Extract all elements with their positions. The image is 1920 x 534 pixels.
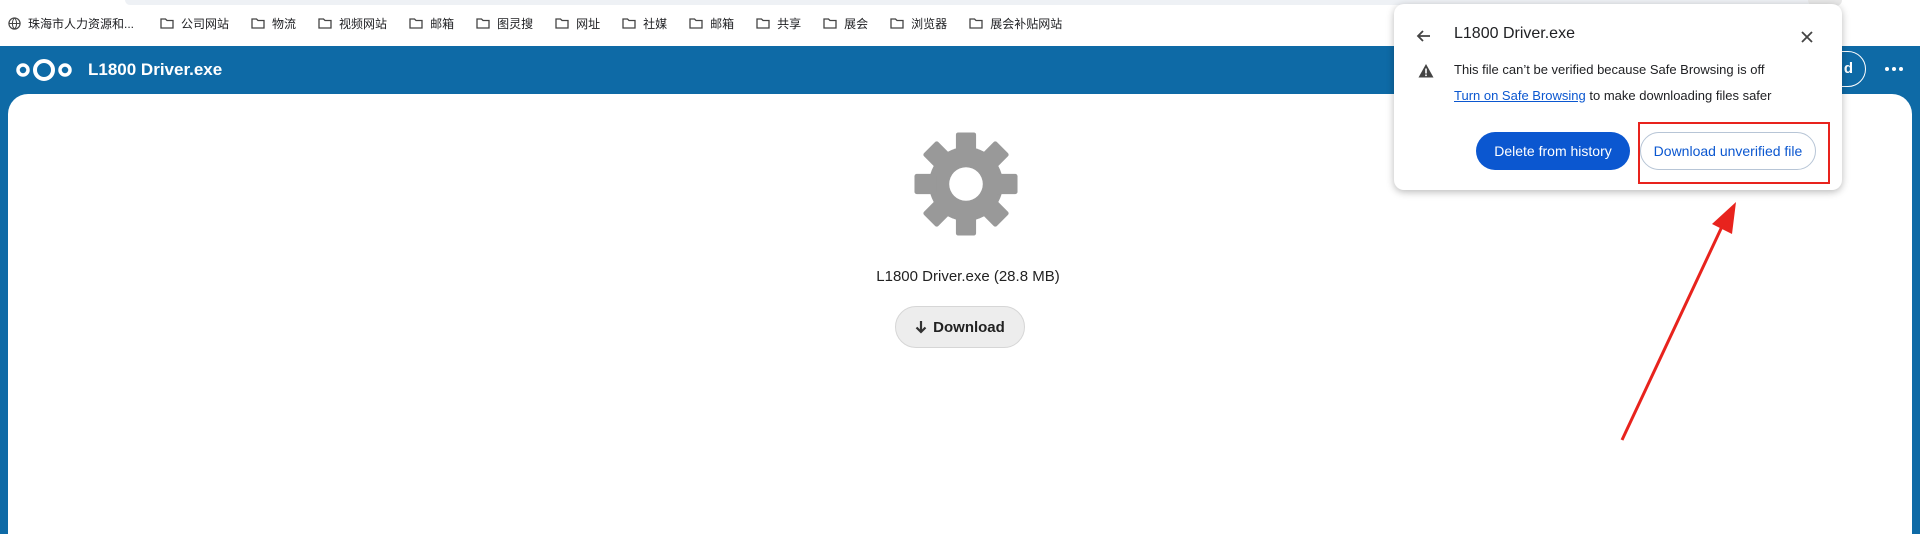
bookmark-label: 公司网站 <box>181 16 230 31</box>
bookmark-item[interactable]: 珠海市人力资源和... <box>8 15 134 32</box>
bookmark-label: 共享 <box>777 16 802 31</box>
bookmark-item[interactable]: 物流 <box>251 15 296 32</box>
download-button[interactable]: Download <box>895 306 1025 348</box>
bookmark-label: 珠海市人力资源和... <box>28 16 135 31</box>
bookmark-label: 展会补贴网站 <box>990 16 1063 31</box>
header-action-label: d <box>1843 60 1853 77</box>
bookmark-label: 社媒 <box>643 16 668 31</box>
bookmark-label: 网址 <box>576 16 601 31</box>
safe-browsing-link[interactable]: Turn on Safe Browsing <box>1454 88 1586 103</box>
bookmark-item[interactable]: 视频网站 <box>318 15 387 32</box>
bookmark-item[interactable]: 邮箱 <box>409 15 454 32</box>
bookmark-label: 邮箱 <box>710 16 735 31</box>
bookmark-item[interactable]: 图灵搜 <box>476 15 533 32</box>
bookmark-item[interactable]: 社媒 <box>622 15 667 32</box>
folder-icon <box>622 18 636 29</box>
bookmark-label: 浏览器 <box>911 16 948 31</box>
folder-icon <box>251 18 265 29</box>
nextcloud-logo[interactable] <box>14 56 74 84</box>
gear-icon <box>914 132 1018 236</box>
bookmark-item[interactable]: 浏览器 <box>890 15 947 32</box>
folder-icon <box>409 18 423 29</box>
page-title: L1800 Driver.exe <box>88 60 223 79</box>
bookmark-item[interactable]: 展会补贴网站 <box>969 15 1062 32</box>
folder-icon <box>476 18 490 29</box>
back-arrow-icon[interactable] <box>1414 26 1434 46</box>
folder-icon <box>969 18 983 29</box>
folder-icon <box>890 18 904 29</box>
folder-icon <box>756 18 770 29</box>
download-arrow-icon <box>915 321 927 334</box>
download-label: Download <box>933 318 1005 336</box>
bookmark-item[interactable]: 公司网站 <box>160 15 229 32</box>
folder-icon <box>160 18 174 29</box>
close-icon[interactable] <box>1798 28 1816 46</box>
bookmark-list: 珠海市人力资源和... 公司网站 物流 视频网站 邮箱 图灵搜 网址 社媒 邮箱 共享 展会 浏览器 展… <box>8 13 1084 33</box>
folder-icon <box>318 18 332 29</box>
bookmark-label: 视频网站 <box>339 16 388 31</box>
folder-icon <box>689 18 703 29</box>
bookmark-label: 图灵搜 <box>497 16 534 31</box>
more-options-icon[interactable] <box>1884 59 1904 79</box>
annotation-arrow <box>1620 202 1736 441</box>
safe-browsing-line: Turn on Safe Browsing to make downloadin… <box>1454 88 1771 103</box>
safe-browsing-suffix: to make downloading files safer <box>1585 88 1772 103</box>
globe-icon <box>8 16 21 30</box>
bookmark-item[interactable]: 邮箱 <box>689 15 734 32</box>
bookmark-label: 物流 <box>272 16 297 31</box>
annotation-highlight-box <box>1638 122 1830 184</box>
warning-icon <box>1418 64 1434 78</box>
bookmark-item[interactable]: 展会 <box>823 15 868 32</box>
bookmark-item[interactable]: 网址 <box>555 15 600 32</box>
bookmark-item[interactable]: 共享 <box>756 15 801 32</box>
bubble-title: L1800 Driver.exe <box>1454 25 1575 42</box>
delete-from-history-button[interactable]: Delete from history <box>1476 132 1630 170</box>
bookmark-label: 展会 <box>844 16 869 31</box>
folder-icon <box>823 18 837 29</box>
folder-icon <box>555 18 569 29</box>
warning-text: This file can’t be verified because Safe… <box>1454 62 1765 77</box>
bookmark-label: 邮箱 <box>430 16 455 31</box>
file-name-size: L1800 Driver.exe (28.8 MB) <box>876 268 1060 285</box>
